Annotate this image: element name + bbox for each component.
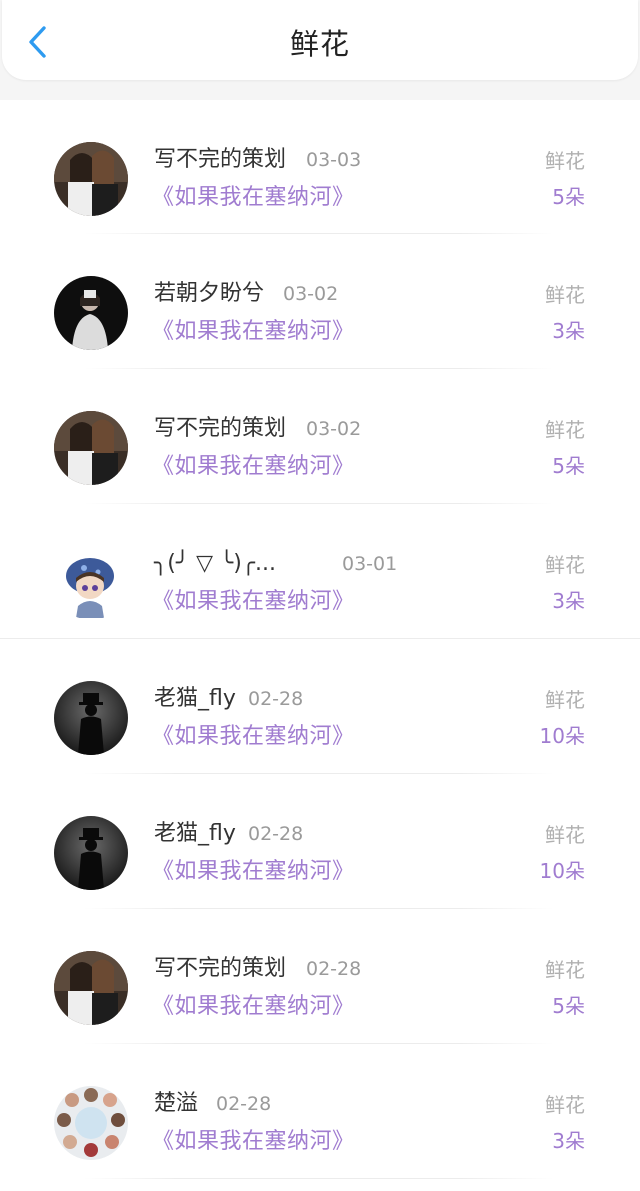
user-name: 老猫_fly (154, 686, 236, 711)
user-name: 若朝夕盼兮 (154, 281, 265, 306)
avatar-two-girls-icon[interactable] (54, 142, 128, 216)
divider (84, 1178, 554, 1179)
book-title-link[interactable]: 《如果我在塞纳河》 (152, 1126, 355, 1158)
gift-type-label: 鲜花 (545, 958, 585, 982)
list-item[interactable]: 老猫_fly 02-28 《如果我在塞纳河》 鲜花 10朵 (0, 774, 640, 909)
gift-date: 02-28 (248, 823, 304, 845)
list-item[interactable]: 老猫_fly 02-28 《如果我在塞纳河》 鲜花 10朵 (0, 639, 640, 774)
gift-type-label: 鲜花 (545, 823, 585, 847)
avatar-silhouette-hat-icon[interactable] (54, 681, 128, 755)
user-name: 楚溢 (154, 1091, 199, 1116)
book-title-link[interactable]: 《如果我在塞纳河》 (152, 856, 355, 888)
avatar-two-girls-icon[interactable] (54, 411, 128, 485)
gift-count: 5朵 (552, 185, 585, 209)
avatar-silhouette-hat-icon[interactable] (54, 816, 128, 890)
gift-count: 3朵 (552, 1129, 585, 1153)
gift-date: 03-03 (306, 149, 362, 171)
gift-type-label: 鲜花 (545, 283, 585, 307)
gift-type-label: 鲜花 (545, 553, 585, 577)
gift-count: 3朵 (552, 589, 585, 613)
user-name: 老猫_fly (154, 821, 236, 846)
page-title: 鲜花 (289, 27, 350, 61)
book-title-link[interactable]: 《如果我在塞纳河》 (152, 991, 355, 1023)
user-name: 写不完的策划 (154, 416, 287, 441)
gift-record-list: 写不完的策划 03-03 《如果我在塞纳河》 鲜花 5朵 若朝夕盼兮 03-02… (0, 100, 640, 1179)
header-background: 鲜花 (0, 0, 640, 100)
gift-type-label: 鲜花 (545, 149, 585, 173)
gift-count: 10朵 (539, 859, 585, 883)
header-bar: 鲜花 (2, 0, 638, 80)
book-title-link[interactable]: 《如果我在塞纳河》 (152, 182, 355, 214)
avatar-group-circle-icon[interactable] (54, 1086, 128, 1160)
gift-type-label: 鲜花 (545, 688, 585, 712)
user-name: 写不完的策划 (154, 956, 287, 981)
list-item[interactable]: 写不完的策划 03-03 《如果我在塞纳河》 鲜花 5朵 (0, 100, 640, 234)
gift-type-label: 鲜花 (545, 1093, 585, 1117)
gift-date: 03-02 (283, 283, 339, 305)
list-item[interactable]: 写不完的策划 03-02 《如果我在塞纳河》 鲜花 5朵 (0, 369, 640, 504)
gift-date: 03-02 (306, 418, 362, 440)
book-title-link[interactable]: 《如果我在塞纳河》 (152, 721, 355, 753)
user-name: ╮(╯ ▽ ╰)╭... (154, 551, 277, 576)
list-item[interactable]: 写不完的策划 02-28 《如果我在塞纳河》 鲜花 5朵 (0, 909, 640, 1044)
gift-count: 5朵 (552, 994, 585, 1018)
book-title-link[interactable]: 《如果我在塞纳河》 (152, 316, 355, 348)
gift-date: 02-28 (306, 958, 362, 980)
list-item[interactable]: 若朝夕盼兮 03-02 《如果我在塞纳河》 鲜花 3朵 (0, 234, 640, 369)
gift-date: 02-28 (248, 688, 304, 710)
user-name: 写不完的策划 (154, 147, 287, 172)
gift-type-label: 鲜花 (545, 418, 585, 442)
gift-count: 3朵 (552, 319, 585, 343)
gift-count: 5朵 (552, 454, 585, 478)
list-item[interactable]: 楚溢 02-28 《如果我在塞纳河》 鲜花 3朵 (0, 1044, 640, 1179)
gift-date: 02-28 (216, 1093, 272, 1115)
avatar-girl-dark-icon[interactable] (54, 276, 128, 350)
gift-date: 03-01 (342, 553, 398, 575)
book-title-link[interactable]: 《如果我在塞纳河》 (152, 451, 355, 483)
avatar-cartoon-boy-icon[interactable] (54, 546, 128, 620)
book-title-link[interactable]: 《如果我在塞纳河》 (152, 586, 355, 618)
gift-count: 10朵 (539, 724, 585, 748)
avatar-two-girls-icon[interactable] (54, 951, 128, 1025)
list-item[interactable]: ╮(╯ ▽ ╰)╭... 03-01 《如果我在塞纳河》 鲜花 3朵 (0, 504, 640, 639)
